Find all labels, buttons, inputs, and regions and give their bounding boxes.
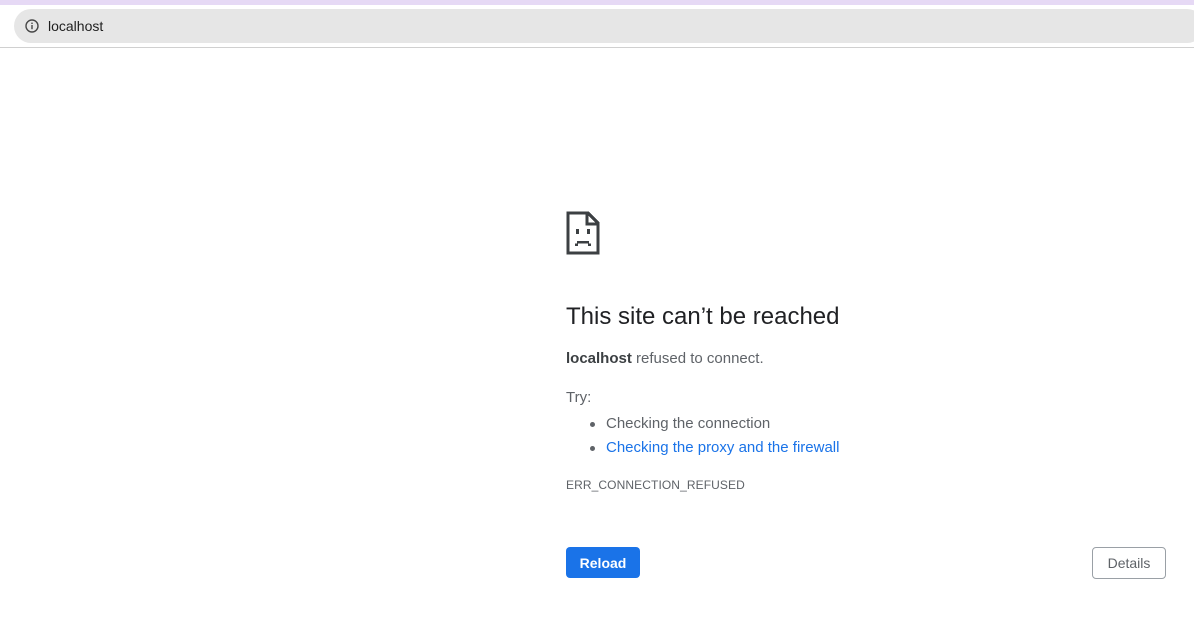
page-title: This site can’t be reached bbox=[566, 303, 840, 330]
toolbar-divider bbox=[0, 47, 1194, 48]
error-code: ERR_CONNECTION_REFUSED bbox=[566, 478, 745, 492]
suggestion-proxy-firewall-link[interactable]: Checking the proxy and the firewall bbox=[606, 439, 839, 456]
details-button[interactable]: Details bbox=[1092, 547, 1166, 579]
reload-button[interactable]: Reload bbox=[566, 547, 640, 578]
url-text[interactable]: localhost bbox=[48, 18, 103, 34]
info-icon[interactable] bbox=[25, 19, 39, 33]
window-top-strip bbox=[0, 0, 1194, 5]
try-label: Try: bbox=[566, 389, 592, 406]
host-name: localhost bbox=[566, 350, 632, 367]
suggestions-list: Checking the connection Checking the pro… bbox=[566, 412, 839, 460]
sad-page-icon bbox=[566, 211, 600, 255]
list-item: Checking the connection bbox=[589, 412, 839, 436]
list-item: Checking the proxy and the firewall bbox=[589, 436, 839, 460]
address-bar[interactable]: localhost bbox=[14, 9, 1194, 43]
suggestion-check-connection: Checking the connection bbox=[606, 415, 771, 432]
error-message-text: refused to connect. bbox=[636, 350, 764, 367]
error-message: localhost refused to connect. bbox=[566, 350, 764, 368]
